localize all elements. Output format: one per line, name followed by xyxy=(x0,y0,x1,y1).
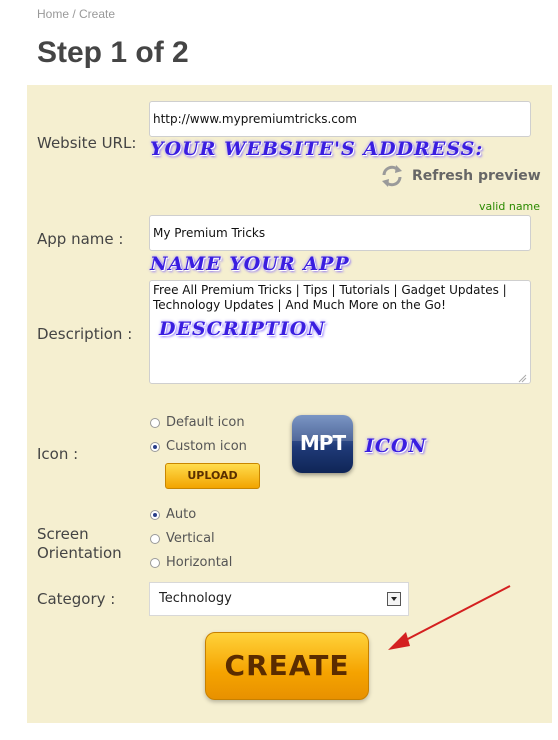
app-name-label: App name : xyxy=(37,230,124,248)
radio-orientation-auto[interactable]: Auto xyxy=(150,507,196,522)
refresh-preview-label: Refresh preview xyxy=(412,168,541,184)
app-icon-preview: MPT xyxy=(292,415,353,473)
category-label: Category : xyxy=(37,590,116,608)
icon-annotation: ICON xyxy=(365,435,427,457)
radio-label: Horizontal xyxy=(166,555,233,570)
radio-circle xyxy=(150,417,160,428)
radio-circle xyxy=(150,557,160,568)
radio-label: Custom icon xyxy=(166,439,247,454)
radio-label: Vertical xyxy=(166,531,215,546)
website-address-annotation: YOUR WEBSITE'S ADDRESS: xyxy=(150,138,484,160)
radio-label: Auto xyxy=(166,507,197,522)
create-button[interactable]: CREATE xyxy=(205,632,369,700)
red-arrow-icon xyxy=(388,585,511,650)
app-icon-text: MPT xyxy=(299,431,346,455)
orientation-label-line2: Orientation xyxy=(37,544,122,562)
refresh-preview-button[interactable]: Refresh preview xyxy=(379,163,541,189)
app-name-input[interactable]: My Premium Tricks xyxy=(149,215,531,251)
radio-circle-selected xyxy=(150,509,160,520)
orientation-label-line1: Screen xyxy=(37,525,89,543)
website-url-label: Website URL: xyxy=(37,134,137,152)
website-url-input[interactable]: http://www.mypremiumtricks.com xyxy=(149,101,531,137)
description-annotation: DESCRIPTION xyxy=(159,318,326,340)
name-your-app-annotation: NAME YOUR APP xyxy=(150,253,350,275)
radio-circle xyxy=(150,533,160,544)
radio-orientation-vertical[interactable]: Vertical xyxy=(150,531,215,546)
refresh-icon xyxy=(379,163,405,189)
page-title: Step 1 of 2 xyxy=(37,36,189,69)
radio-label: Default icon xyxy=(166,415,245,430)
category-select[interactable]: Technology xyxy=(149,582,409,616)
radio-custom-icon[interactable]: Custom icon xyxy=(150,439,247,454)
icon-label: Icon : xyxy=(37,445,79,463)
description-label: Description : xyxy=(37,325,133,343)
screen-orientation-label: Screen Orientation xyxy=(37,525,122,563)
category-selected-value: Technology xyxy=(159,591,232,606)
radio-orientation-horizontal[interactable]: Horizontal xyxy=(150,555,232,570)
radio-circle-selected xyxy=(150,441,160,452)
radio-default-icon[interactable]: Default icon xyxy=(150,415,245,430)
upload-button[interactable]: UPLOAD xyxy=(165,463,260,489)
valid-name-status: valid name xyxy=(479,200,541,213)
resize-handle-icon[interactable] xyxy=(517,370,527,383)
breadcrumb[interactable]: Home / Create xyxy=(37,7,115,21)
